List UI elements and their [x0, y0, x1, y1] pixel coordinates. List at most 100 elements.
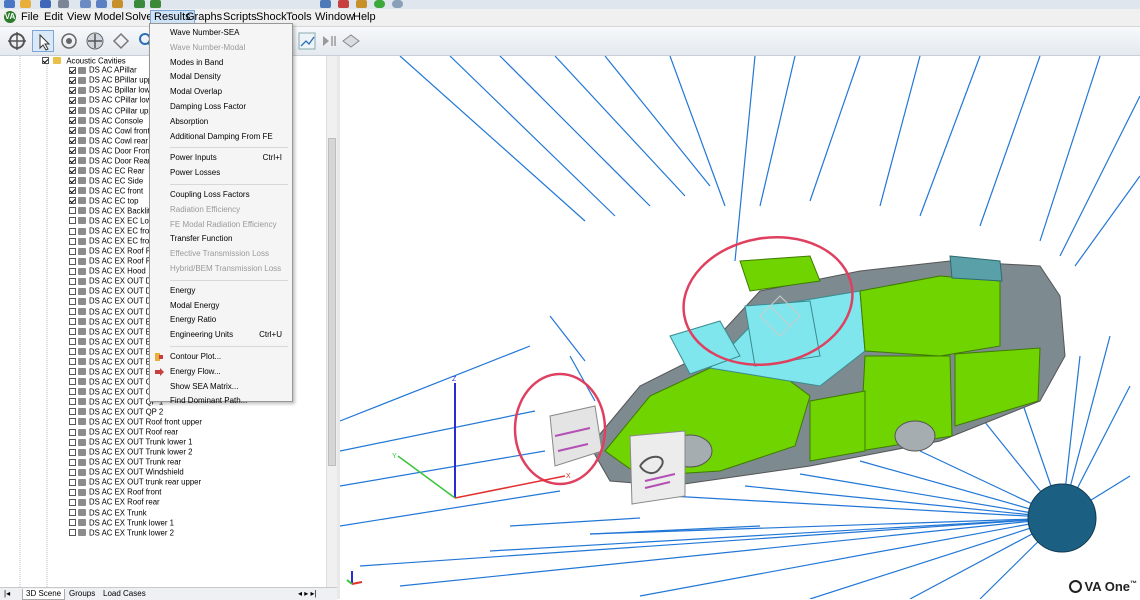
tree-item[interactable]: DS AC EX OUT E	[69, 337, 151, 346]
tab-3d-scene[interactable]: 3D Scene	[22, 589, 66, 600]
menu-file[interactable]: File	[18, 10, 42, 24]
menu-item-damping-loss-factor[interactable]: Damping Loss Factor	[170, 100, 288, 114]
redo-icon[interactable]	[150, 0, 161, 8]
tree-item-checkbox[interactable]	[69, 338, 76, 346]
tree-item[interactable]: DS AC EX OUT Trunk rear	[69, 457, 181, 467]
tree-item[interactable]: DS AC EX OUT D	[69, 296, 151, 306]
help-icon[interactable]	[392, 0, 403, 8]
tree-item-checkbox[interactable]	[69, 498, 76, 506]
menu-graphs[interactable]: Graphs	[183, 10, 225, 24]
source-sphere[interactable]	[1027, 483, 1097, 553]
tree-item-checkbox[interactable]	[69, 177, 76, 185]
tree-item-checkbox[interactable]	[69, 137, 76, 145]
3d-scene[interactable]: Z Y X	[340, 56, 1140, 599]
new-file-icon[interactable]	[4, 0, 15, 8]
tree-item-checkbox[interactable]	[69, 448, 76, 456]
tree-item-checkbox[interactable]	[69, 468, 76, 476]
tree-item-checkbox[interactable]	[69, 508, 76, 516]
tree-item-checkbox[interactable]	[69, 277, 76, 285]
tree-item[interactable]: DS AC Cowl rear	[69, 136, 148, 145]
tree-item[interactable]: DS AC EC Rear	[69, 166, 144, 175]
tree-item[interactable]: DS AC EX OUT Trunk lower 2	[69, 447, 192, 456]
tree-item[interactable]: DS AC EX OUT D	[69, 276, 151, 286]
tree-item[interactable]: DS AC EX EC fron	[69, 236, 154, 245]
menu-item-show-sea-matrix[interactable]: Show SEA Matrix...	[170, 380, 288, 394]
tree-item[interactable]: DS AC EC top	[69, 196, 138, 205]
tree-item[interactable]: DS AC EC Side	[69, 176, 143, 185]
menu-edit[interactable]: Edit	[41, 10, 66, 24]
tree-item-checkbox[interactable]	[69, 217, 76, 225]
tree-item-checkbox[interactable]	[69, 358, 76, 366]
arrow-icon[interactable]	[356, 0, 367, 8]
open-folder-icon[interactable]	[20, 0, 31, 8]
tree-item-checkbox[interactable]	[69, 428, 76, 436]
tree-item[interactable]: DS AC Door Rear	[69, 156, 151, 165]
print-icon[interactable]	[58, 0, 69, 8]
tree-item-checkbox[interactable]	[69, 529, 76, 537]
menu-item-energy-flow[interactable]: Energy Flow...	[170, 365, 288, 379]
tree-item-checkbox[interactable]	[69, 267, 76, 275]
tree-item[interactable]: DS AC EX Roof front	[69, 487, 161, 497]
tree-item[interactable]: DS AC CPillar low	[69, 95, 151, 105]
tree-item-checkbox[interactable]	[69, 116, 76, 124]
menu-item-coupling-loss-factors[interactable]: Coupling Loss Factors	[170, 188, 288, 202]
menu-item-modal-overlap[interactable]: Modal Overlap	[170, 85, 288, 99]
tree-item[interactable]: DS AC EX EC fron	[69, 226, 154, 235]
tree-item[interactable]: DS AC Console	[69, 116, 143, 125]
menu-item-transfer-function[interactable]: Transfer Function	[170, 232, 288, 246]
tree-item[interactable]: DS AC APillar	[69, 65, 137, 75]
find-icon[interactable]	[320, 0, 331, 8]
menu-item-additional-damping-from-fe[interactable]: Additional Damping From FE	[170, 130, 288, 144]
tree-item-checkbox[interactable]	[69, 408, 76, 416]
menu-item-find-dominant-path[interactable]: Find Dominant Path...	[170, 394, 288, 408]
tree-item[interactable]: DS AC EX OUT Windshield	[69, 467, 184, 477]
tree-item[interactable]: DS AC EX Roof R	[69, 256, 151, 266]
tree-item-checkbox[interactable]	[69, 237, 76, 245]
tree-item[interactable]: DS AC EX OUT QP 2	[69, 407, 163, 416]
tab-groups[interactable]: Groups	[66, 589, 98, 599]
tree-item-checkbox[interactable]	[69, 307, 76, 315]
tab-nav-arrows-icon[interactable]: ◂ ▸ ▸|	[298, 589, 317, 598]
menu-item-modal-density[interactable]: Modal Density	[170, 70, 288, 84]
paste-icon[interactable]	[112, 0, 123, 8]
menu-help[interactable]: Help	[350, 10, 379, 24]
tree-scroll-thumb[interactable]	[328, 138, 336, 466]
tab-load-cases[interactable]: Load Cases	[100, 589, 149, 599]
plane-view-icon[interactable]	[340, 30, 362, 52]
tree-item[interactable]: DS AC BPillar upp	[69, 75, 152, 85]
menu-tools[interactable]: Tools	[283, 10, 315, 24]
tree-item-checkbox[interactable]	[69, 398, 76, 406]
tree-item-checkbox[interactable]	[69, 127, 76, 135]
menu-item-contour-plot[interactable]: Contour Plot...	[170, 350, 288, 364]
tree-item[interactable]: DS AC EX Backlit	[69, 206, 150, 215]
pan-icon[interactable]	[84, 30, 106, 52]
fit-view-icon[interactable]	[110, 30, 132, 52]
undo-icon[interactable]	[134, 0, 145, 8]
tree-item-checkbox[interactable]	[69, 157, 76, 165]
play-pause-icon[interactable]	[318, 30, 340, 52]
graph-view-icon[interactable]	[296, 30, 318, 52]
tree-item[interactable]: DS AC EX Trunk lower 2	[69, 528, 174, 537]
solve-icon[interactable]	[374, 0, 385, 8]
orbit-icon[interactable]	[58, 30, 80, 52]
tree-item[interactable]: DS AC EX OUT E	[69, 327, 151, 336]
menu-item-power-inputs[interactable]: Power Inputs Ctrl+I	[170, 151, 288, 165]
tree-item-checkbox[interactable]	[69, 388, 76, 396]
tree-item[interactable]: DS AC EX OUT D	[69, 286, 151, 296]
tree-item[interactable]: DS AC EX Hood	[69, 266, 146, 276]
tree-item[interactable]: DS AC EX Trunk lower 1	[69, 518, 174, 527]
tree-item[interactable]: DS AC EX OUT trunk rear upper	[69, 477, 201, 487]
copy-icon[interactable]	[96, 0, 107, 8]
tab-nav-first-icon[interactable]: |◂	[4, 589, 10, 598]
tree-item-checkbox[interactable]	[69, 257, 76, 265]
tree-item[interactable]: DS AC EX OUT Roof rear	[69, 427, 178, 436]
tree-item-checkbox[interactable]	[69, 167, 76, 175]
tree-item[interactable]: DS AC EX OUT Trunk lower 1	[69, 437, 192, 446]
tree-item[interactable]: DS AC EX OUT E	[69, 347, 151, 356]
car-model[interactable]	[549, 255, 1066, 505]
cut-icon[interactable]	[80, 0, 91, 8]
tree-item[interactable]: DS AC Cowl front	[69, 126, 150, 135]
tree-item-checkbox[interactable]	[69, 147, 76, 155]
tree-group-acoustic-cavities[interactable]: Acoustic Cavities	[42, 56, 126, 65]
tree-item[interactable]: DS AC EX Trunk	[69, 508, 147, 517]
